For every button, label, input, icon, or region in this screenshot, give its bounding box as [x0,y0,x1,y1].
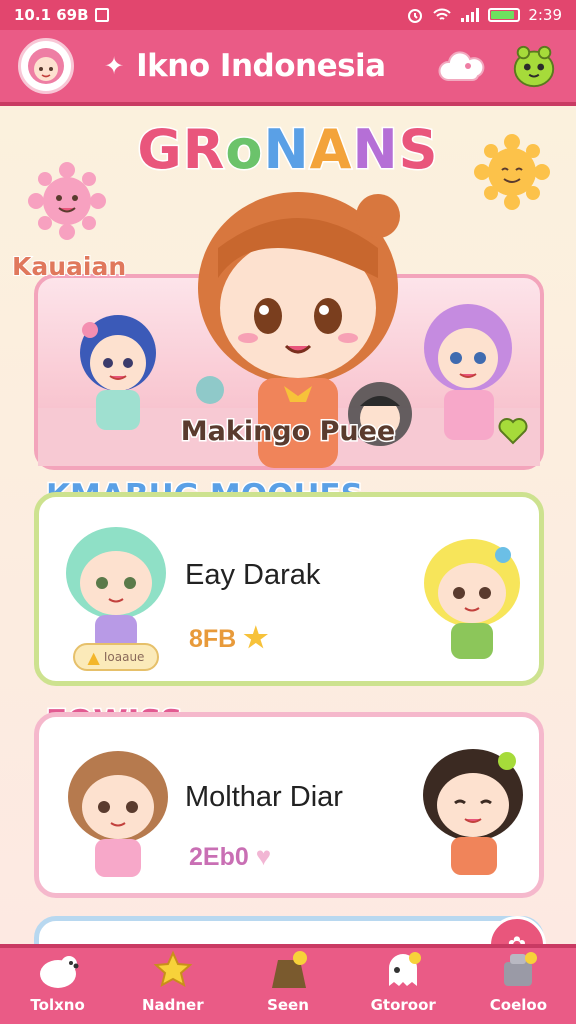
status-time-right: 2:39 [528,6,562,24]
nav-item-label: Gtoroor [370,996,436,1014]
star-icon: ★ [243,622,269,653]
character-name-2: Molthar Diar [185,781,343,813]
character-score-2-value: 2Eb0 [189,843,249,871]
robot-icon [504,952,538,986]
character-card-2[interactable]: Molthar Diar 2Eb0 ♥ [34,712,544,898]
character-portrait-4 [423,749,523,875]
bag-icon [272,951,307,988]
wifi-icon [433,8,452,20]
nav-item-collection[interactable]: Coeloo [461,948,576,1024]
character-portrait-2 [424,539,520,659]
character-badge-1: ▲ Ioaaue [73,643,159,671]
signal-icon [461,8,480,22]
mascot-button[interactable] [510,42,558,90]
status-time-left: 10.1 69B [14,6,89,24]
character-portrait-1 [66,527,166,651]
hero-caption: Makingo Puee [179,415,396,449]
nav-item-label: Seen [267,996,309,1014]
paw-icon: ✿ [508,933,526,945]
battery-icon [488,8,521,22]
character-name-1: Eay Darak [185,559,321,591]
nav-item-seen[interactable]: Seen [230,948,345,1024]
gem-icon: ▲ [87,647,100,667]
character-card-3-partial[interactable] [34,916,544,944]
character-score-1: 8FB ★ [189,621,268,654]
heart-icon: ♥ [255,841,272,871]
cloud-icon [438,51,485,81]
nav-item-label: Nadner [141,996,204,1014]
hero-tag: Kauaian [11,251,127,282]
nav-item-label: Coeloo [489,996,548,1014]
nav-item-store[interactable]: Gtoroor [346,948,461,1024]
nav-item-home[interactable]: Tolxno [0,948,115,1024]
cloud-button[interactable] [438,42,486,90]
main-content: GRoNANS Kauaian Makingo Puee Eay Darak 8… [0,110,576,944]
character-card-1[interactable]: Eay Darak 8FB ★ ▲ Ioaaue [34,492,544,686]
character-score-1-value: 8FB [189,625,237,653]
dog-icon [39,956,79,988]
nav-item-favorites[interactable]: Nadner [115,948,230,1024]
character-score-2: 2Eb0 ♥ [189,841,271,872]
alarm-icon [408,9,423,23]
profile-avatar[interactable] [18,38,74,94]
bottom-navigation: Tolxno Nadner Seen Gtoroor Coeloo [0,944,576,1024]
app-bar: ✦ Ikno Indonesia [0,30,576,106]
app-title: Ikno Indonesia [136,48,386,84]
notification-icon [94,8,109,22]
status-bar: 10.1 69B 2:39 [0,0,576,30]
sparkle-icon: ✦ [104,52,125,80]
character-portrait-3 [68,751,168,877]
ghost-icon [389,952,422,986]
star-icon [153,950,193,987]
nav-item-label: Tolxno [30,996,85,1014]
frog-mascot-icon [513,45,555,88]
character-badge-1-label: Ioaaue [103,650,145,664]
